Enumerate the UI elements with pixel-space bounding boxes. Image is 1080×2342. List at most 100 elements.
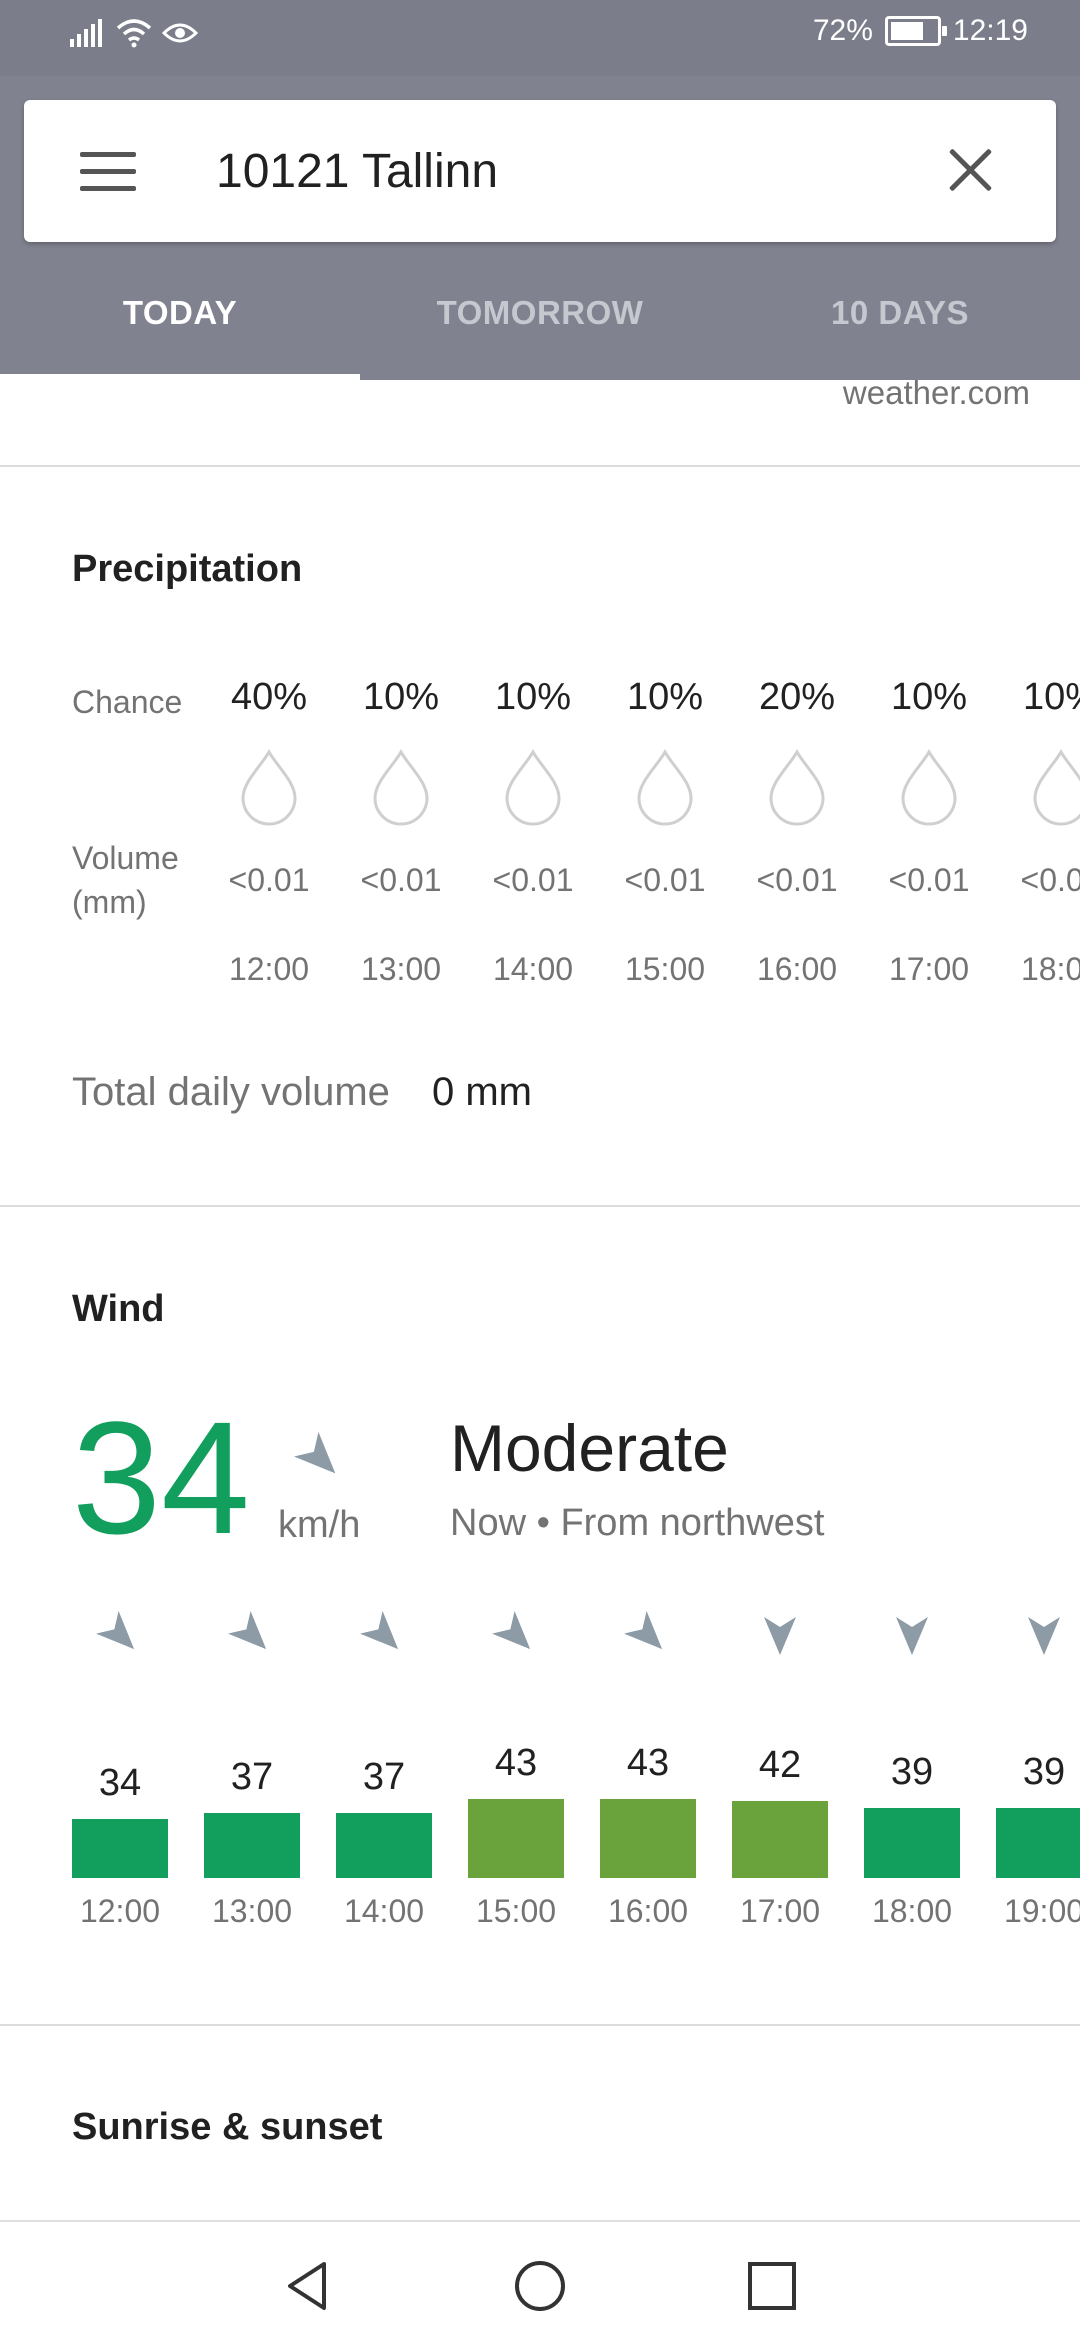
- precip-volume: <0.01: [756, 862, 838, 898]
- precip-hour: 10% <0.01 15:00: [599, 676, 731, 996]
- precip-chance: 10%: [626, 676, 704, 718]
- source-credit[interactable]: weather.com: [843, 374, 1030, 412]
- battery-percent: 72%: [812, 14, 873, 47]
- raindrop-icon: [637, 748, 693, 826]
- wind-hour: 39 18:00: [864, 1610, 960, 1930]
- wind-bar: [72, 1819, 168, 1878]
- recents-icon[interactable]: [744, 2258, 800, 2314]
- precip-chance: 10%: [890, 676, 968, 718]
- chance-label: Chance: [72, 684, 183, 720]
- wind-time: 15:00: [475, 1893, 557, 1929]
- tab-today[interactable]: TODAY: [0, 294, 360, 332]
- wind-bar: [204, 1813, 300, 1878]
- wind-value: 39: [890, 1751, 934, 1793]
- wind-unit: km/h: [278, 1504, 361, 1546]
- wind-direction-icon: [294, 1432, 336, 1474]
- wind-hour: 43 16:00: [600, 1610, 696, 1930]
- precip-chance: 10%: [362, 676, 440, 718]
- wind-value: 34: [98, 1762, 142, 1804]
- back-icon[interactable]: [280, 2258, 336, 2314]
- wind-arrow-icon: [1028, 1617, 1060, 1655]
- wind-value: 42: [758, 1744, 802, 1786]
- wind-subtitle: Now • From northwest: [450, 1502, 825, 1544]
- wind-hour: 42 17:00: [732, 1610, 828, 1930]
- precip-volume: <0.01: [360, 862, 442, 898]
- sunrise-sunset-title: Sunrise & sunset: [72, 2106, 383, 2148]
- menu-icon[interactable]: [80, 152, 136, 192]
- wind-title: Wind: [72, 1288, 165, 1330]
- precip-volume: <0.01: [624, 862, 706, 898]
- divider: [0, 2024, 1080, 2026]
- close-icon[interactable]: [940, 140, 1000, 200]
- wind-hour: 34 12:00: [72, 1610, 168, 1930]
- total-volume-label: Total daily volume: [72, 1070, 390, 1114]
- divider: [0, 465, 1080, 467]
- raindrop-icon: [1033, 748, 1080, 826]
- wind-value: 37: [362, 1756, 406, 1798]
- wind-hour: 39 19:00: [996, 1610, 1080, 1930]
- wind-time: 12:00: [79, 1893, 161, 1929]
- wind-arrow-icon: [764, 1617, 796, 1655]
- wind-value: 43: [494, 1742, 538, 1784]
- wind-time: 18:00: [871, 1893, 953, 1929]
- app-header: 72% 12:19 10121 Tallinn TODAY TOMORROW 1…: [0, 0, 1080, 380]
- raindrop-icon: [769, 748, 825, 826]
- wind-bar: [996, 1808, 1080, 1878]
- wind-description: Moderate: [450, 1411, 729, 1485]
- battery-icon: [884, 16, 947, 46]
- raindrop-icon: [373, 748, 429, 826]
- system-nav-bar: [0, 2220, 1080, 2342]
- precip-chance: 10%: [1022, 676, 1080, 718]
- wind-bar: [600, 1799, 696, 1878]
- home-icon[interactable]: [512, 2258, 568, 2314]
- wind-arrow-icon: [360, 1610, 399, 1650]
- divider: [0, 1205, 1080, 1207]
- wind-speed: 34: [72, 1388, 250, 1567]
- status-icons-left: [70, 18, 198, 48]
- tab-tomorrow[interactable]: TOMORROW: [360, 294, 720, 332]
- precipitation-title: Precipitation: [72, 548, 303, 590]
- precip-chance: 40%: [230, 676, 308, 718]
- precip-volume: <0.01: [492, 862, 574, 898]
- raindrop-icon: [901, 748, 957, 826]
- precip-hour: 40% <0.01 12:00: [203, 676, 335, 996]
- signal-icon: [70, 19, 102, 47]
- wind-time: 17:00: [739, 1893, 821, 1929]
- precip-hour: 10% <0.01 13:00: [335, 676, 467, 996]
- volume-label: Volume (mm): [72, 840, 179, 920]
- wind-bar: [336, 1813, 432, 1878]
- wind-bar: [468, 1799, 564, 1878]
- wind-value: 37: [230, 1756, 274, 1798]
- raindrop-icon: [505, 748, 561, 826]
- precip-hour: 20% <0.01 16:00: [731, 676, 863, 996]
- wind-arrow-icon: [492, 1610, 531, 1650]
- precip-time: 13:00: [360, 951, 442, 987]
- precip-volume: <0.01: [1020, 862, 1080, 898]
- wind-hour: 37 13:00: [204, 1610, 300, 1930]
- raindrop-icon: [241, 748, 297, 826]
- status-icons-right: 72% 12:19: [813, 14, 1028, 48]
- wind-arrow-icon: [228, 1610, 267, 1650]
- precip-volume: <0.01: [888, 862, 970, 898]
- precip-time: 15:00: [624, 951, 706, 987]
- precip-hour: 10% <0.01 18:00: [995, 676, 1080, 996]
- wind-time: 16:00: [607, 1893, 689, 1929]
- precip-time: 17:00: [888, 951, 970, 987]
- precip-time: 14:00: [492, 951, 574, 987]
- precip-time: 12:00: [228, 951, 310, 987]
- tab-10-days[interactable]: 10 DAYS: [720, 294, 1080, 332]
- total-volume-value: 0 mm: [432, 1070, 532, 1114]
- wind-hour: 37 14:00: [336, 1610, 432, 1930]
- active-tab-indicator: [0, 374, 360, 380]
- precip-time: 18:00: [1020, 951, 1080, 987]
- wifi-icon: [116, 19, 152, 48]
- precip-hour: 10% <0.01 17:00: [863, 676, 995, 996]
- wind-time: 13:00: [211, 1893, 293, 1929]
- precip-time: 16:00: [756, 951, 838, 987]
- search-input[interactable]: 10121 Tallinn: [216, 144, 498, 199]
- precip-volume: <0.01: [228, 862, 310, 898]
- eye-icon: [162, 23, 198, 43]
- wind-time: 19:00: [1003, 1893, 1080, 1929]
- precip-chance: 10%: [494, 676, 572, 718]
- search-box[interactable]: 10121 Tallinn: [24, 100, 1056, 242]
